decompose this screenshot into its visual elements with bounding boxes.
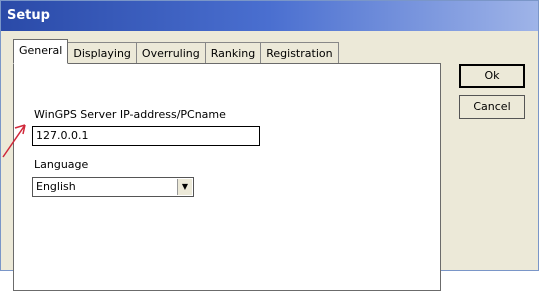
title-bar[interactable]: Setup [1,1,538,31]
window-title: Setup [7,8,50,23]
server-address-input[interactable]: 127.0.0.1 [32,126,260,146]
tab-displaying[interactable]: Displaying [67,42,137,64]
setup-dialog: Setup General Displaying Overruling Rank… [0,0,539,291]
tab-general[interactable]: General [13,39,69,64]
general-panel: WinGPS Server IP-address/PCname 127.0.0.… [13,63,441,291]
language-label: Language [34,158,89,171]
server-label: WinGPS Server IP-address/PCname [34,108,226,121]
tab-strip: General Displaying Overruling Ranking Re… [13,39,339,64]
language-select[interactable]: English ▼ [32,177,194,197]
tab-registration[interactable]: Registration [260,42,339,64]
annotation-arrow-icon [2,124,26,158]
dialog-body: General Displaying Overruling Ranking Re… [1,31,538,291]
chevron-down-icon[interactable]: ▼ [177,179,192,195]
tab-overruling[interactable]: Overruling [135,42,206,64]
cancel-button[interactable]: Cancel [459,95,525,119]
tab-ranking[interactable]: Ranking [204,42,262,64]
language-selected-value: English [36,180,76,193]
ok-button[interactable]: Ok [459,64,525,88]
